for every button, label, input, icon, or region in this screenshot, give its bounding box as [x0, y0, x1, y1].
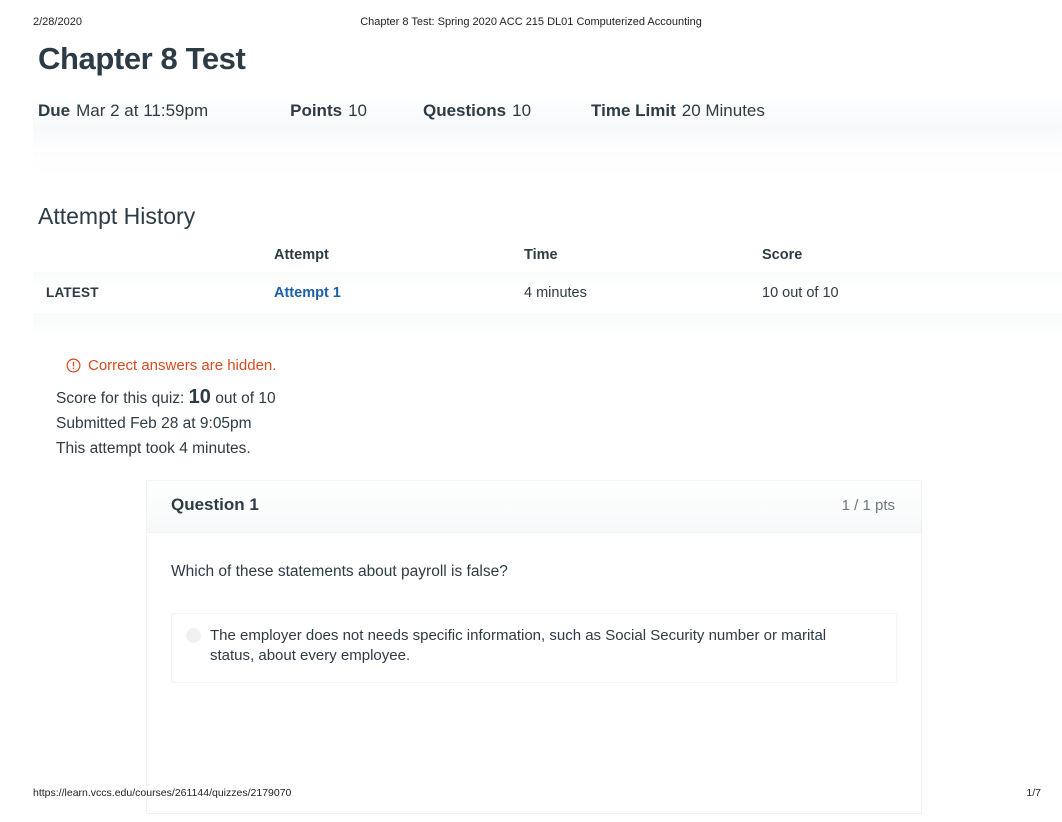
quiz-meta-questions-value: 10	[512, 101, 532, 120]
column-header-kept	[33, 247, 274, 272]
quiz-meta-bar: Due Mar 2 at 11:59pm Points 10 Questions 10…	[33, 90, 1062, 152]
question-container: Question 1 1 / 1 pts Which of these stat…	[146, 480, 922, 814]
quiz-meta-due-value: Mar 2 at 11:59pm	[76, 101, 209, 120]
attempt-history-table: Attempt Time Score LATEST Attempt 1 4 mi…	[33, 247, 1062, 313]
answer-option[interactable]: The employer does not needs specific inf…	[171, 613, 897, 683]
submitted-line: Submitted Feb 28 at 9:05pm	[56, 415, 252, 432]
attempt-1-link[interactable]: Attempt 1	[274, 285, 341, 301]
attempt-history-table-tail	[33, 313, 1062, 339]
question-header: Question 1 1 / 1 pts	[147, 481, 921, 533]
quiz-meta-row: Due Mar 2 at 11:59pm Points 10 Questions 10…	[38, 101, 765, 121]
cell-score: 10 out of 10	[762, 285, 839, 301]
quiz-meta-points: Points 10	[290, 101, 367, 121]
answer-list: The employer does not needs specific inf…	[171, 613, 897, 683]
cell-time: 4 minutes	[524, 285, 587, 301]
attempt-history-tbody: LATEST Attempt 1 4 minutes 10 out of 10	[33, 272, 1062, 313]
attempt-history-thead: Attempt Time Score	[33, 247, 1062, 272]
table-row: LATEST Attempt 1 4 minutes 10 out of 10	[33, 272, 1062, 313]
attempt-history-header-row: Attempt Time Score	[33, 247, 1062, 272]
quiz-content: Chapter 8 Test Due Mar 2 at 11:59pm Point…	[0, 36, 1062, 814]
score-value: 10	[188, 386, 211, 408]
radio-button-icon[interactable]	[186, 628, 201, 643]
page-title: Chapter 8 Test	[38, 41, 246, 76]
column-header-score: Score	[762, 247, 803, 263]
question-text: Which of these statements about payroll …	[171, 563, 508, 580]
score-prefix: Score for this quiz:	[56, 390, 185, 407]
attempt-history-heading: Attempt History	[38, 203, 196, 229]
print-footer: https://learn.vccs.edu/courses/261144/qu…	[0, 787, 1062, 801]
duration-line: This attempt took 4 minutes.	[56, 440, 251, 457]
print-header-title: Chapter 8 Test: Spring 2020 ACC 215 DL01…	[360, 16, 702, 28]
correct-answers-hidden-text: Correct answers are hidden.	[88, 357, 277, 374]
quiz-meta-questions: Questions 10	[423, 101, 531, 121]
score-suffix: out of 10	[215, 390, 276, 407]
latest-badge: LATEST	[46, 285, 99, 300]
quiz-meta-questions-label: Questions	[422, 101, 507, 120]
print-footer-url: https://learn.vccs.edu/courses/261144/qu…	[33, 787, 292, 799]
quiz-meta-due: Due Mar 2 at 11:59pm	[38, 101, 208, 121]
column-header-time: Time	[524, 247, 558, 263]
print-footer-page-number: 1/7	[1026, 787, 1041, 799]
quiz-meta-due-label: Due	[38, 101, 71, 120]
question-points: 1 / 1 pts	[841, 497, 895, 514]
quiz-meta-points-label: Points	[290, 101, 343, 120]
question-body: Which of these statements about payroll …	[147, 533, 921, 813]
answer-option-text: The employer does not needs specific inf…	[210, 627, 827, 664]
cell-kept: LATEST	[33, 272, 274, 313]
score-line: Score for this quiz: 10 out of 10	[56, 385, 1062, 411]
quiz-meta-time-limit-label: Time Limit	[591, 101, 676, 120]
quiz-meta-points-value: 10	[348, 101, 367, 120]
quiz-meta-time-limit-value: 20 Minutes	[681, 101, 765, 120]
quiz-meta-time-limit: Time Limit 20 Minutes	[591, 101, 765, 121]
question-title: Question 1	[171, 495, 259, 514]
warning-circle-icon	[66, 358, 81, 373]
column-header-attempt: Attempt	[274, 247, 329, 263]
quiz-meta-bar-tail	[33, 152, 1062, 178]
cell-attempt: Attempt 1	[274, 272, 524, 313]
correct-answers-hidden-notice: Correct answers are hidden.	[66, 357, 1062, 374]
score-summary: Score for this quiz: 10 out of 10 Submit…	[56, 385, 1062, 461]
print-header: 2/28/2020 Chapter 8 Test: Spring 2020 AC…	[0, 16, 1062, 32]
